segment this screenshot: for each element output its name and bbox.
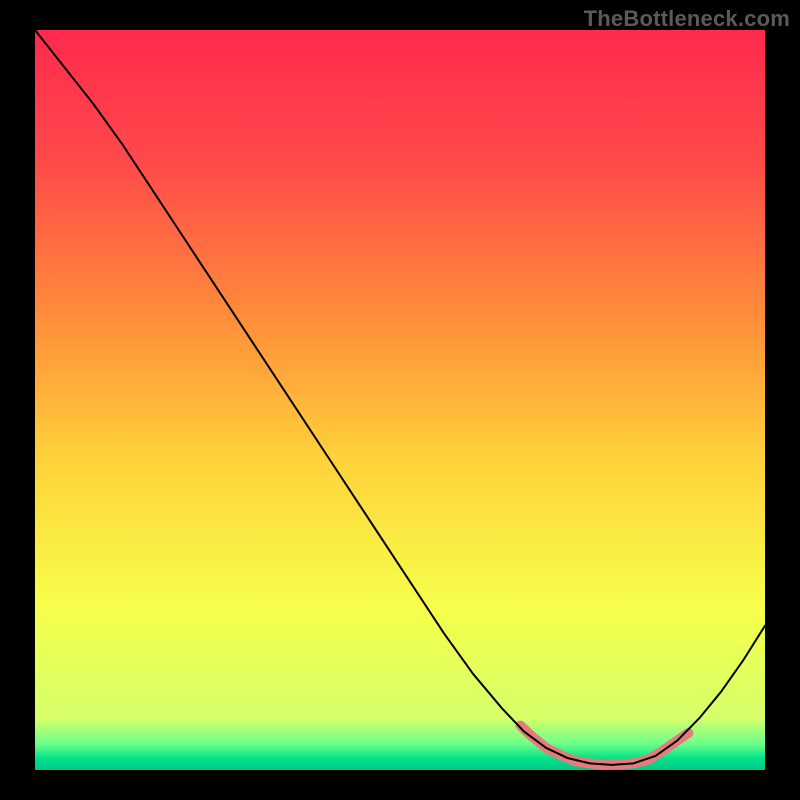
chart-canvas xyxy=(0,0,800,800)
watermark-label: TheBottleneck.com xyxy=(584,6,790,32)
chart-root: TheBottleneck.com xyxy=(0,0,800,800)
plot-background xyxy=(35,30,765,770)
